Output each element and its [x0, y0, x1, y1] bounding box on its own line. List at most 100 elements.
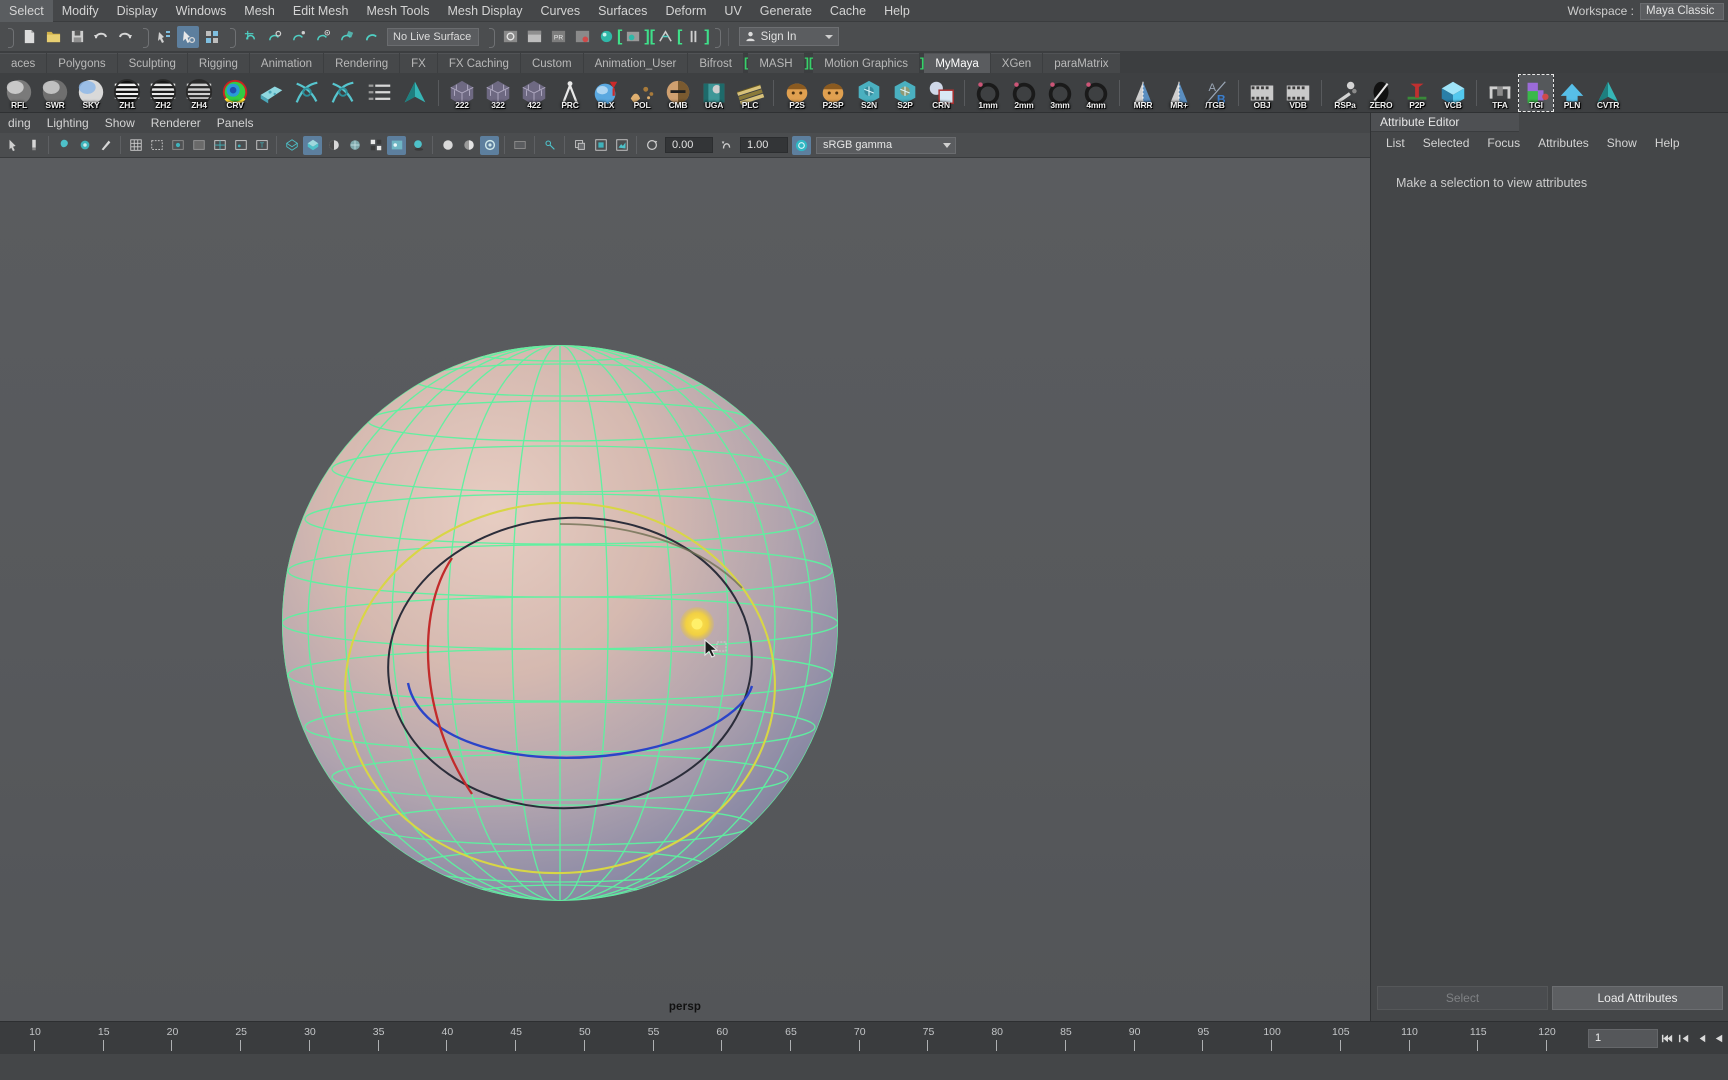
attribute-editor-menu-attributes[interactable]: Attributes	[1529, 132, 1598, 154]
prc-shelf-button[interactable]: PRC	[553, 75, 587, 111]
snap-point-icon[interactable]	[288, 26, 310, 48]
menu-windows[interactable]: Windows	[167, 0, 236, 22]
deform-curve-shelf-button[interactable]	[290, 75, 324, 111]
p2s-shelf-button[interactable]: P2S	[780, 75, 814, 111]
sculpt-icon[interactable]	[96, 136, 115, 155]
shelf-tab-fx[interactable]: FX	[400, 53, 437, 73]
menu-curves[interactable]: Curves	[532, 0, 590, 22]
undo-icon[interactable]	[90, 26, 112, 48]
live-surface-field[interactable]: No Live Surface	[387, 28, 479, 46]
film-gate-icon[interactable]	[147, 136, 166, 155]
snap-view-plane-icon[interactable]	[336, 26, 358, 48]
shelf-tab-motion-graphics[interactable]: Motion Graphics	[813, 53, 919, 73]
render-current-frame-icon[interactable]	[523, 26, 545, 48]
step-back-key-icon[interactable]	[1677, 1029, 1692, 1048]
select-hierarchy-icon[interactable]	[153, 26, 175, 48]
shelf-tab-xgen[interactable]: XGen	[991, 53, 1042, 73]
zero-shelf-button[interactable]: ZERO	[1364, 75, 1398, 111]
s2p-shelf-button[interactable]: S2P	[888, 75, 922, 111]
swr-shelf-button[interactable]: SWR	[38, 75, 72, 111]
vcb-shelf-button[interactable]: VCB	[1436, 75, 1470, 111]
menu-mesh-display[interactable]: Mesh Display	[438, 0, 531, 22]
zh4-shelf-button[interactable]: ZH4	[182, 75, 216, 111]
grid422-shelf-button[interactable]: 422	[517, 75, 551, 111]
shelf-tab-paramatrix[interactable]: paraMatrix	[1043, 53, 1119, 73]
current-frame-field[interactable]: 1	[1588, 1029, 1658, 1048]
menu-generate[interactable]: Generate	[751, 0, 821, 22]
shelf-tab-animation[interactable]: Animation	[250, 53, 323, 73]
safe-title-icon[interactable]: T	[252, 136, 271, 155]
isolate-remove-icon[interactable]	[612, 136, 631, 155]
viewport-menu-ding[interactable]: ding	[0, 113, 39, 133]
color-management-icon[interactable]	[792, 136, 811, 155]
shelf-tab-mash[interactable]: MASH	[748, 53, 803, 73]
mrr-shelf-button[interactable]: MRR	[1126, 75, 1160, 111]
grid322-shelf-button[interactable]: 322	[481, 75, 515, 111]
show-hide-editors-icon[interactable]	[655, 26, 677, 48]
vdb-shelf-button[interactable]: VDB	[1281, 75, 1315, 111]
select-tool-icon[interactable]	[3, 136, 22, 155]
workspace-select[interactable]: Maya Classic	[1640, 3, 1724, 20]
shaded-wireframe-icon[interactable]	[345, 136, 364, 155]
shelf-tab-fx-caching[interactable]: FX Caching	[438, 53, 520, 73]
zh2-shelf-button[interactable]: ZH2	[146, 75, 180, 111]
p2p-shelf-button[interactable]: P2P	[1400, 75, 1434, 111]
tgb-shelf-button[interactable]: A B /TGB	[1198, 75, 1232, 111]
perspective-viewport[interactable]: persp	[0, 158, 1370, 1021]
hypershade-icon[interactable]	[595, 26, 617, 48]
crv-shelf-button[interactable]: CRV	[218, 75, 252, 111]
grid222-shelf-button[interactable]: 222	[445, 75, 479, 111]
motion-blur-icon[interactable]	[480, 136, 499, 155]
isolate-add-icon[interactable]	[591, 136, 610, 155]
arrow-up-shelf-button[interactable]	[398, 75, 432, 111]
shadows-icon[interactable]	[408, 136, 427, 155]
sky-shelf-button[interactable]: SKY	[74, 75, 108, 111]
shelf-tab-custom[interactable]: Custom	[521, 53, 583, 73]
plc-shelf-button[interactable]: PLC	[733, 75, 767, 111]
select-button[interactable]: Select	[1377, 986, 1548, 1010]
grid-icon[interactable]	[126, 136, 145, 155]
safe-action-icon[interactable]	[231, 136, 250, 155]
shelf-tab-polygons[interactable]: Polygons	[47, 53, 116, 73]
mrplus-shelf-button[interactable]: MR+	[1162, 75, 1196, 111]
shelf-tab-sculpting[interactable]: Sculpting	[118, 53, 187, 73]
menu-select[interactable]: Select	[0, 0, 53, 22]
aa-icon[interactable]	[459, 136, 478, 155]
attribute-editor-toggle-icon[interactable]	[682, 26, 704, 48]
ipr-render-icon[interactable]: PR	[547, 26, 569, 48]
flat-shade-icon[interactable]	[324, 136, 343, 155]
attribute-editor-menu-selected[interactable]: Selected	[1414, 132, 1479, 154]
resolution-gate-icon[interactable]	[168, 136, 187, 155]
ring-4mm-shelf-button[interactable]: 4mm	[1079, 75, 1113, 111]
viewport-menu-lighting[interactable]: Lighting	[39, 113, 97, 133]
save-scene-icon[interactable]	[66, 26, 88, 48]
menu-mesh-tools[interactable]: Mesh Tools	[357, 0, 438, 22]
toolbar-group-collapse-5[interactable]	[711, 26, 722, 48]
go-to-start-icon[interactable]	[1660, 1029, 1675, 1048]
menu-surfaces[interactable]: Surfaces	[589, 0, 656, 22]
isolate-select-icon[interactable]	[570, 136, 589, 155]
rfl-shelf-button[interactable]: RFL	[2, 75, 36, 111]
viewport-menu-renderer[interactable]: Renderer	[143, 113, 209, 133]
soft-select-icon[interactable]	[75, 136, 94, 155]
step-back-frame-icon[interactable]	[1694, 1029, 1709, 1048]
ao-icon[interactable]	[438, 136, 457, 155]
p2sp-shelf-button[interactable]: P2SP	[816, 75, 850, 111]
shelf-tab-mymaya[interactable]: MyMaya	[924, 53, 989, 73]
deform-curve2-shelf-button[interactable]	[326, 75, 360, 111]
attribute-editor-menu-help[interactable]: Help	[1646, 132, 1689, 154]
pln-shelf-button[interactable]: PLN	[1555, 75, 1589, 111]
lasso-icon[interactable]	[54, 136, 73, 155]
shelf-tab-bifrost[interactable]: Bifrost	[688, 53, 743, 73]
attribute-editor-menu-list[interactable]: List	[1377, 132, 1414, 154]
snap-curve-icon[interactable]	[264, 26, 286, 48]
load-attributes-button[interactable]: Load Attributes	[1552, 986, 1723, 1010]
attribute-editor-menu-focus[interactable]: Focus	[1478, 132, 1529, 154]
sign-in-button[interactable]: Sign In	[739, 27, 839, 46]
shelf-tab-aces[interactable]: aces	[0, 53, 46, 73]
snap-projected-center-icon[interactable]	[312, 26, 334, 48]
ring-1mm-shelf-button[interactable]: 1mm	[971, 75, 1005, 111]
render-sequence-icon[interactable]	[622, 26, 644, 48]
field-chart-icon[interactable]	[210, 136, 229, 155]
menu-modify[interactable]: Modify	[53, 0, 108, 22]
